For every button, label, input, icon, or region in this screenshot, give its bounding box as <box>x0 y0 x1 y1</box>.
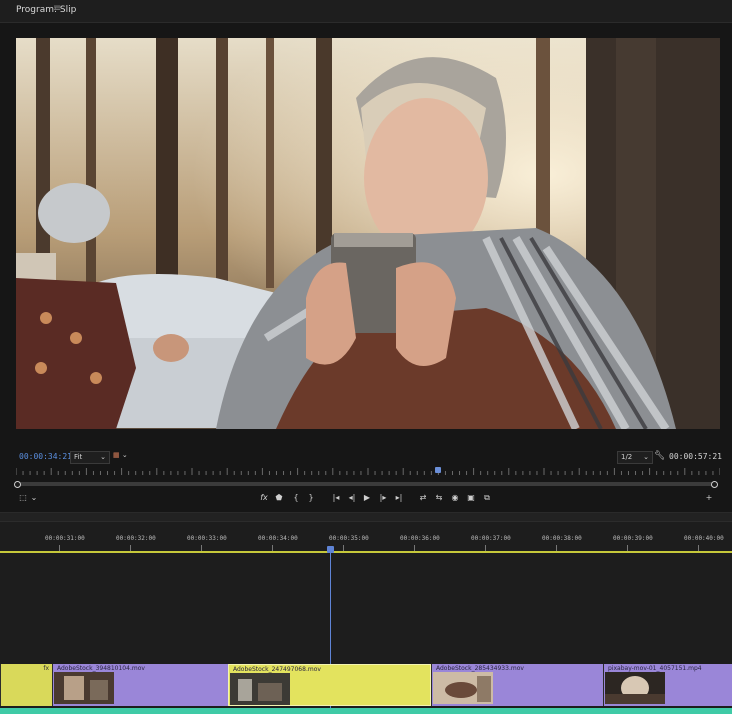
ruler-label: 00:00:32:00 <box>116 535 156 542</box>
work-area-bar[interactable] <box>0 551 732 553</box>
step-forward-icon[interactable]: |▸ <box>377 492 389 504</box>
chevron-down-icon: ⌄ <box>100 453 106 461</box>
film-icon: ▦ <box>113 451 120 459</box>
zoom-select[interactable]: Fit ⌄ <box>70 451 110 464</box>
panel-title[interactable]: Program: Slip <box>16 5 76 15</box>
clip-thumbnail <box>230 673 290 705</box>
clip-thumbnail <box>433 672 493 704</box>
scroll-handle-right[interactable] <box>711 481 718 488</box>
clip-thumbnail <box>54 672 114 704</box>
zoom-value: Fit <box>74 453 83 461</box>
wrench-icon[interactable]: 🔧︎ <box>654 451 665 461</box>
resolution-value: 1/2 <box>621 453 633 461</box>
video-viewer <box>16 38 720 429</box>
ruler-label: 00:00:40:00 <box>684 535 724 542</box>
overwrite-icon[interactable]: ⇆ <box>433 492 445 504</box>
duration-timecode: 00:00:57:21 <box>669 452 722 461</box>
ruler-label: 00:00:31:00 <box>45 535 85 542</box>
ruler-label: 00:00:36:00 <box>400 535 440 542</box>
current-timecode[interactable]: 00:00:34:21 <box>19 452 72 461</box>
video-frame-image <box>16 38 720 429</box>
clip[interactable]: fx <box>0 664 52 706</box>
panel-menu-icon[interactable]: ≡ <box>53 3 61 14</box>
vr-icon[interactable]: ⧉ <box>481 492 493 504</box>
clip-name: pixabay-mov-01_4057151.mp4 <box>608 665 702 672</box>
play-icon[interactable]: ▶ <box>361 492 373 504</box>
transport-controls: ⬚ ⌄ fx ⬟ { } |◂ ◂| ▶ |▸ ▸| ⇄ ⇆ ◉ ▣ ⧉ + <box>0 492 732 506</box>
chevron-down-icon: ⌄ <box>643 453 649 461</box>
scroll-handle-left[interactable] <box>14 481 21 488</box>
resolution-select[interactable]: 1/2 ⌄ <box>617 451 653 464</box>
clip-selected[interactable]: AdobeStock_247497068.mov <box>228 664 431 706</box>
video-track: fx AdobeStock_394810104.mov AdobeStock_2… <box>0 664 732 706</box>
export-frame-icon[interactable]: ◉ <box>449 492 461 504</box>
clip-thumbnail <box>605 672 665 704</box>
monitor-time-ruler[interactable] <box>16 466 720 476</box>
monitor-playhead[interactable] <box>435 467 442 473</box>
ruler-label: 00:00:37:00 <box>471 535 511 542</box>
fx-badge: fx <box>43 665 49 672</box>
chevron-down-icon: ⌄ <box>121 451 128 459</box>
ruler-label: 00:00:39:00 <box>613 535 653 542</box>
program-monitor-panel: Program: Slip ≡ 00:00:34:21 Fit ⌄ ▦ ⌄ 1/… <box>0 0 732 513</box>
go-to-out-icon[interactable]: ▸| <box>393 492 405 504</box>
audio-track-bar <box>0 708 732 714</box>
go-to-in-icon[interactable]: |◂ <box>330 492 342 504</box>
playback-settings-button[interactable]: ▦ ⌄ <box>113 451 131 462</box>
add-button-icon[interactable]: + <box>703 492 715 504</box>
timeline-header <box>0 513 732 522</box>
clip-name: AdobeStock_247497068.mov <box>233 666 321 673</box>
comparison-view-icon[interactable]: ▣ <box>465 492 477 504</box>
mark-out-icon[interactable]: } <box>305 492 317 504</box>
ruler-label: 00:00:35:00 <box>329 535 369 542</box>
mark-in-icon[interactable]: { <box>290 492 302 504</box>
step-back-icon[interactable]: ◂| <box>346 492 358 504</box>
ruler-label: 00:00:34:00 <box>258 535 298 542</box>
ruler-label: 00:00:33:00 <box>187 535 227 542</box>
clip[interactable]: pixabay-mov-01_4057151.mp4 <box>603 664 732 706</box>
clip[interactable]: AdobeStock_394810104.mov <box>52 664 228 706</box>
insert-icon[interactable]: ⇄ <box>417 492 429 504</box>
panel-header: Program: Slip ≡ <box>0 0 732 23</box>
timeline-playhead[interactable] <box>327 546 334 553</box>
zoom-scroll-bar[interactable] <box>16 482 716 486</box>
fx-icon[interactable]: fx <box>258 492 270 504</box>
clip-name: AdobeStock_394810104.mov <box>57 665 145 672</box>
clip-name: AdobeStock_285434933.mov <box>436 665 524 672</box>
clip[interactable]: AdobeStock_285434933.mov <box>431 664 603 706</box>
ruler-label: 00:00:38:00 <box>542 535 582 542</box>
chevron-down-icon[interactable]: ⌄ <box>28 492 40 504</box>
marker-icon[interactable]: ⬟ <box>273 492 285 504</box>
